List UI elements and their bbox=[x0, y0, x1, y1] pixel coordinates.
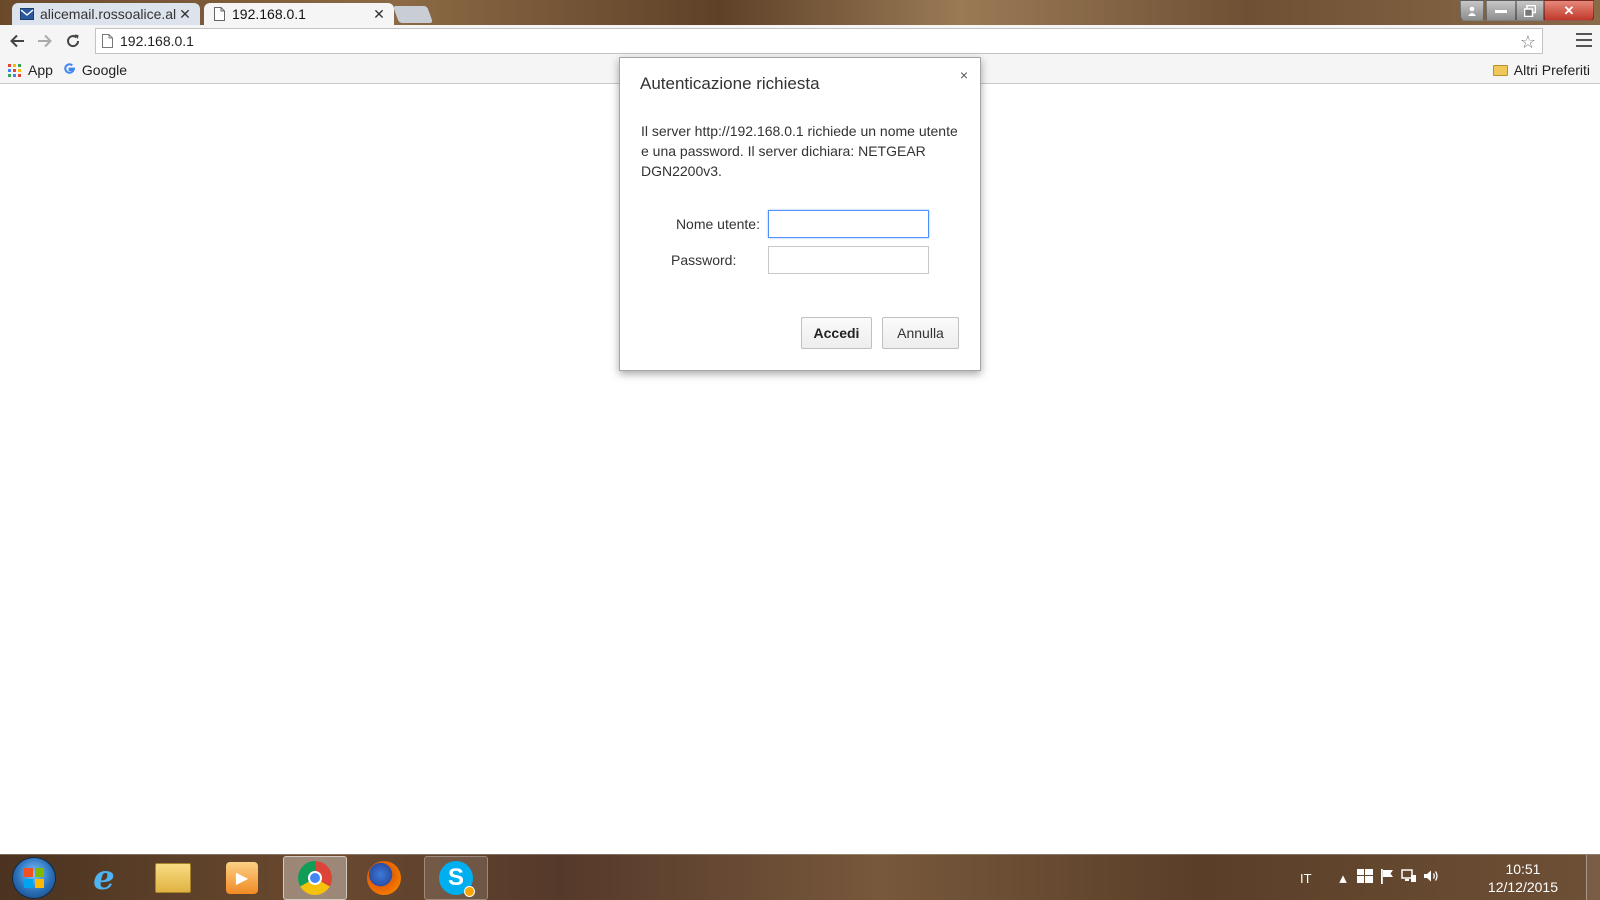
windows-tray-icon[interactable] bbox=[1354, 869, 1376, 887]
show-desktop-button[interactable] bbox=[1586, 855, 1600, 900]
taskbar: e ▶ S IT ▴ 10:51 12/12/2015 bbox=[0, 854, 1600, 900]
taskbar-internet-explorer[interactable]: e bbox=[72, 856, 136, 900]
volume-icon[interactable] bbox=[1420, 869, 1442, 887]
system-tray: ▴ bbox=[1332, 855, 1442, 900]
skype-icon: S bbox=[439, 861, 475, 897]
language-indicator[interactable]: IT bbox=[1300, 855, 1312, 900]
bookmark-other-folder[interactable]: Altri Preferiti bbox=[1492, 62, 1590, 78]
username-input[interactable] bbox=[768, 210, 929, 238]
browser-toolbar: 192.168.0.1 ☆ bbox=[0, 25, 1600, 57]
google-icon bbox=[63, 62, 76, 78]
page-icon bbox=[212, 7, 226, 21]
system-clock[interactable]: 10:51 12/12/2015 bbox=[1488, 860, 1558, 896]
windows-logo-icon bbox=[24, 868, 44, 888]
skype-status-icon bbox=[464, 886, 475, 897]
tab-router[interactable]: 192.168.0.1 ✕ bbox=[204, 3, 394, 25]
tab-close-icon[interactable]: ✕ bbox=[372, 6, 386, 23]
bookmark-label: Altri Preferiti bbox=[1513, 62, 1590, 78]
cancel-button[interactable]: Annulla bbox=[882, 317, 959, 349]
bookmark-star-icon[interactable]: ☆ bbox=[1520, 32, 1536, 53]
tab-close-icon[interactable]: ✕ bbox=[178, 6, 192, 23]
restore-button[interactable] bbox=[1516, 0, 1544, 21]
media-player-icon: ▶ bbox=[226, 862, 258, 894]
tab-title: 192.168.0.1 bbox=[232, 6, 306, 22]
forward-arrow-icon[interactable] bbox=[31, 27, 59, 55]
start-button[interactable] bbox=[12, 857, 56, 899]
bookmark-google[interactable]: Google bbox=[63, 62, 127, 78]
folder-icon bbox=[1492, 64, 1508, 76]
minimize-button[interactable] bbox=[1486, 0, 1516, 21]
dialog-title: Autenticazione richiesta bbox=[640, 74, 820, 93]
tab-alicemail[interactable]: alicemail.rossoalice.al ✕ bbox=[12, 3, 200, 25]
address-bar[interactable]: 192.168.0.1 ☆ bbox=[95, 28, 1543, 54]
url-text: 192.168.0.1 bbox=[120, 33, 194, 49]
taskbar-google-chrome[interactable] bbox=[283, 856, 347, 900]
taskbar-skype[interactable]: S bbox=[424, 856, 488, 900]
taskbar-firefox[interactable] bbox=[352, 856, 416, 900]
user-profile-icon[interactable] bbox=[1460, 0, 1484, 21]
close-window-button[interactable]: ✕ bbox=[1544, 0, 1594, 21]
login-button[interactable]: Accedi bbox=[801, 317, 872, 349]
bookmark-apps[interactable]: App bbox=[8, 62, 53, 78]
password-row: Password: bbox=[641, 246, 941, 274]
bookmark-label: Google bbox=[81, 62, 128, 78]
tab-title: alicemail.rossoalice.al bbox=[40, 6, 177, 22]
auth-dialog: Autenticazione richiesta × Il server htt… bbox=[619, 57, 981, 371]
close-icon[interactable]: × bbox=[956, 67, 972, 83]
apps-grid-icon bbox=[8, 63, 21, 77]
username-label: Nome utente: bbox=[675, 216, 760, 232]
tab-strip: alicemail.rossoalice.al ✕ 192.168.0.1 ✕ … bbox=[0, 0, 1600, 25]
folder-icon bbox=[155, 863, 191, 893]
clock-date: 12/12/2015 bbox=[1487, 879, 1558, 895]
clock-time: 10:51 bbox=[1505, 861, 1541, 877]
back-arrow-icon[interactable] bbox=[3, 27, 31, 55]
password-input[interactable] bbox=[768, 246, 929, 274]
taskbar-media-player[interactable]: ▶ bbox=[210, 856, 274, 900]
dialog-message: Il server http://192.168.0.1 richiede un… bbox=[641, 123, 958, 179]
mail-icon bbox=[20, 7, 34, 21]
password-label: Password: bbox=[671, 252, 737, 268]
window-controls: ✕ bbox=[1460, 0, 1594, 22]
taskbar-windows-explorer[interactable] bbox=[141, 856, 205, 900]
username-row: Nome utente: bbox=[641, 210, 941, 238]
action-center-flag-icon[interactable] bbox=[1376, 868, 1398, 888]
network-icon[interactable] bbox=[1398, 869, 1420, 887]
reload-icon[interactable] bbox=[59, 27, 87, 55]
new-tab-button[interactable] bbox=[392, 6, 434, 23]
menu-hamburger-icon[interactable] bbox=[1576, 33, 1592, 47]
chrome-icon bbox=[298, 861, 332, 895]
page-icon bbox=[102, 34, 113, 48]
firefox-icon bbox=[367, 861, 401, 895]
bookmark-label: App bbox=[28, 62, 53, 78]
show-hidden-icons-icon[interactable]: ▴ bbox=[1332, 869, 1354, 887]
internet-explorer-icon: e bbox=[93, 858, 115, 898]
